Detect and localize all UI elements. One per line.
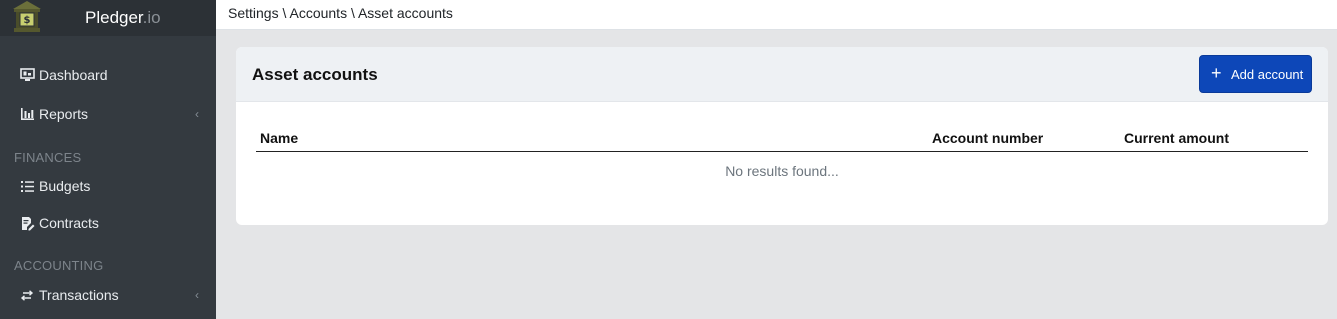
add-account-label: Add account <box>1231 67 1304 82</box>
column-header-account-number[interactable]: Account number <box>932 130 1043 146</box>
svg-text:$: $ <box>24 15 31 26</box>
column-header-current-amount[interactable]: Current amount <box>1124 130 1229 146</box>
asset-accounts-card: Asset accounts + Add account Name Accoun… <box>236 47 1328 225</box>
chevron-left-icon: ‹ <box>195 107 199 121</box>
sidebar-item-budgets[interactable]: Budgets <box>0 169 216 203</box>
top-bar: Settings \ Accounts \ Asset accounts <box>216 0 1337 30</box>
sidebar-item-transactions[interactable]: Transactions ‹ <box>0 278 216 312</box>
monitor-icon <box>19 67 35 83</box>
sidebar: $ Pledger.io Dashboard Reports ‹ FINANCE… <box>0 0 216 319</box>
brand-name: Pledger.io <box>85 8 161 27</box>
file-edit-icon <box>19 215 35 231</box>
swap-arrows-icon <box>19 287 35 303</box>
table-header-divider <box>256 151 1308 152</box>
list-icon <box>19 178 35 194</box>
plus-icon: + <box>1211 63 1222 83</box>
breadcrumb[interactable]: Settings \ Accounts \ Asset accounts <box>228 5 453 21</box>
sidebar-item-label: Transactions <box>39 287 119 303</box>
page-title: Asset accounts <box>252 65 378 84</box>
sidebar-item-label: Dashboard <box>39 67 108 83</box>
card-header: Asset accounts + Add account <box>236 47 1328 102</box>
sidebar-item-label: Contracts <box>39 215 99 231</box>
chevron-left-icon: ‹ <box>195 288 199 302</box>
add-account-button[interactable]: + Add account <box>1199 55 1312 93</box>
sidebar-item-contracts[interactable]: Contracts <box>0 206 216 240</box>
nav-section-finances: FINANCES <box>14 150 82 165</box>
brand-tld: .io <box>142 8 161 27</box>
sidebar-item-label: Reports <box>39 106 89 122</box>
bar-chart-icon <box>19 106 35 122</box>
sidebar-item-reports[interactable]: Reports ‹ <box>0 97 216 131</box>
sidebar-item-label: Budgets <box>39 178 91 194</box>
nav-section-accounting: ACCOUNTING <box>14 258 104 273</box>
bank-logo-icon: $ <box>13 1 41 32</box>
column-header-name[interactable]: Name <box>260 130 298 146</box>
empty-table-message: No results found... <box>725 163 839 179</box>
sidebar-item-dashboard[interactable]: Dashboard <box>0 58 216 92</box>
brand-bar[interactable]: $ Pledger.io <box>0 0 216 36</box>
